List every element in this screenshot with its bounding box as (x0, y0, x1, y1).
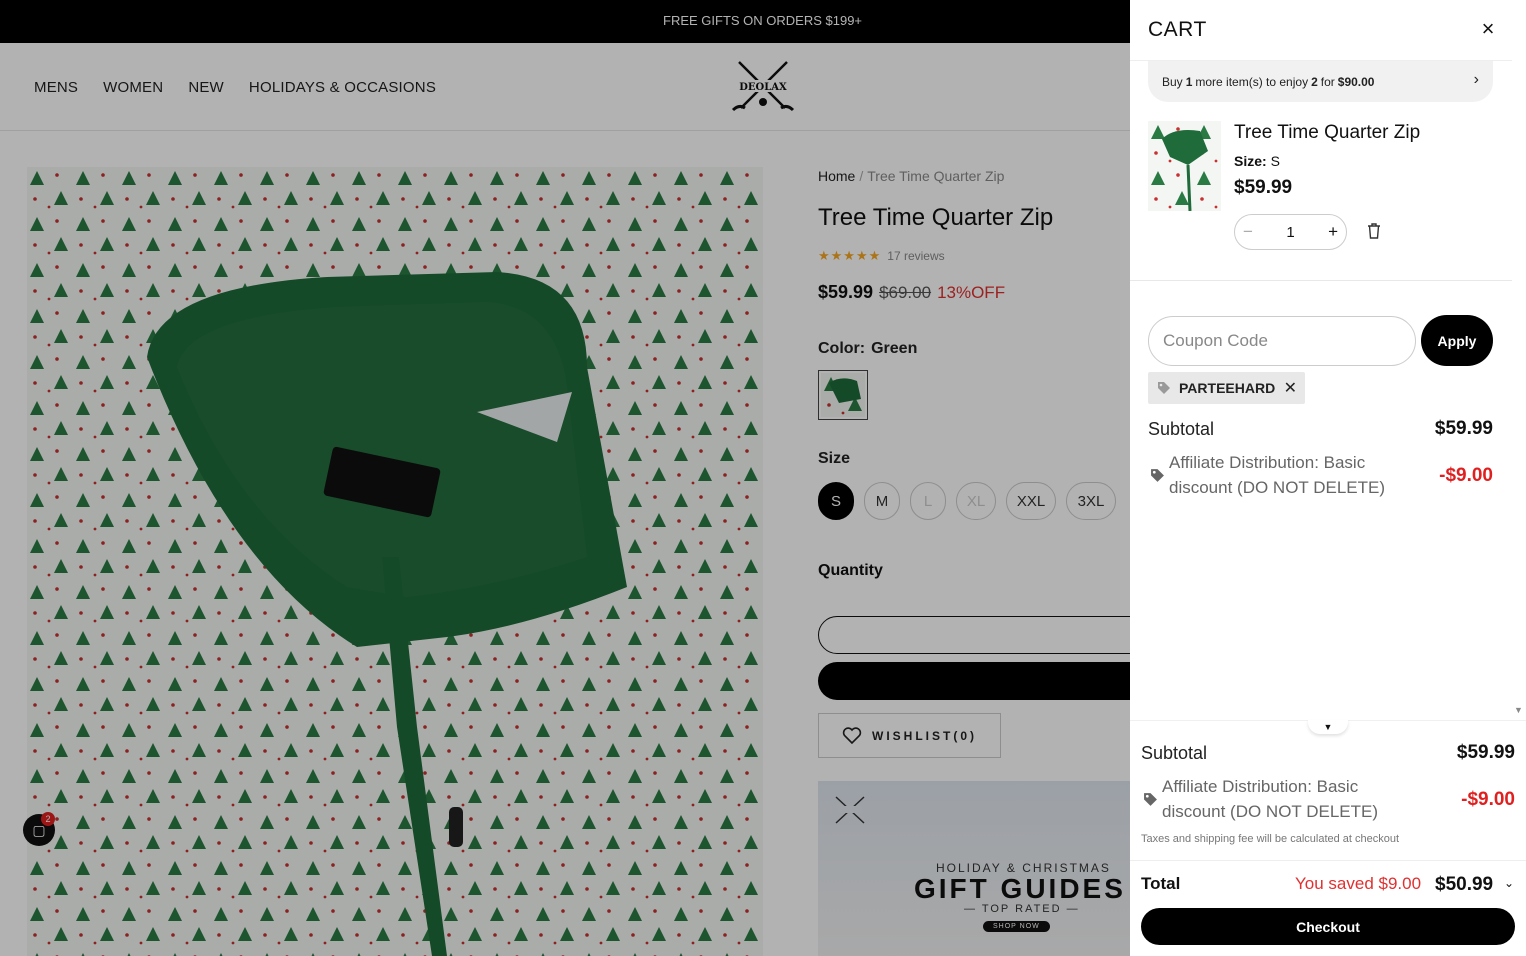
quantity-value[interactable]: 1 (1286, 224, 1294, 241)
total-value: $50.99 (1435, 874, 1494, 895)
decrease-quantity-button[interactable]: − (1243, 222, 1253, 242)
tag-icon (1144, 793, 1157, 806)
upsell-qty: 2 (1311, 74, 1318, 89)
cart-drawer: CART × Buy 1 more item(s) to enjoy 2 for… (1130, 0, 1526, 956)
coupon-code-input[interactable] (1148, 316, 1416, 366)
upsell-count: 1 (1185, 74, 1193, 89)
total-label: Total (1141, 874, 1181, 893)
upsell-pre: Buy (1162, 74, 1183, 89)
cart-item-price: $59.99 (1234, 177, 1293, 198)
tax-note: Taxes and shipping fee will be calculate… (1141, 833, 1400, 845)
cart-item-size: Size: S (1234, 153, 1280, 169)
cart-item-title[interactable]: Tree Time Quarter Zip (1234, 122, 1420, 144)
subtotal-value: $59.99 (1434, 418, 1493, 439)
footer-subtotal-row: Subtotal $59.99 (1141, 742, 1515, 764)
footer-discount-value: -$9.00 (1461, 789, 1515, 810)
quantity-stepper: − 1 + (1234, 214, 1347, 250)
item-divider (1130, 280, 1512, 281)
discount-row: Affiliate Distribution: Basic discount (… (1148, 450, 1493, 502)
applied-coupon-code: PARTEEHARD (1179, 380, 1276, 396)
discount-value: -$9.00 (1439, 465, 1493, 486)
subtotal-label: Subtotal (1148, 418, 1215, 439)
subtotal-row: Subtotal $59.99 (1148, 418, 1493, 440)
cart-backdrop[interactable] (0, 0, 1130, 956)
cart-item-image[interactable] (1148, 121, 1221, 211)
cart-title: CART (1148, 18, 1207, 41)
footer-subtotal-value: $59.99 (1456, 742, 1515, 763)
remove-coupon-icon[interactable]: ✕ (1284, 378, 1297, 398)
tag-icon (1158, 382, 1170, 394)
upsell-mid: more item(s) to enjoy (1195, 74, 1309, 89)
chevron-down-icon[interactable]: ⌄ (1504, 876, 1514, 890)
footer-subtotal-label: Subtotal (1141, 742, 1208, 763)
increase-quantity-button[interactable]: + (1328, 222, 1338, 242)
footer-discount-row: Affiliate Distribution: Basic discount (… (1141, 774, 1515, 826)
scroll-down-icon[interactable]: ▼ (1514, 705, 1523, 715)
upsell-for: for (1320, 74, 1335, 89)
trash-icon[interactable] (1366, 222, 1382, 240)
upsell-price: $90.00 (1337, 74, 1375, 89)
cart-item-size-value: S (1270, 153, 1280, 169)
checkout-button[interactable]: Checkout (1141, 908, 1515, 945)
discount-label: Affiliate Distribution: Basic discount (… (1169, 453, 1386, 497)
chevron-right-icon: › (1473, 71, 1479, 88)
total-divider (1130, 860, 1526, 861)
collapse-summary-toggle[interactable]: ▼ (1308, 720, 1348, 734)
cart-item-size-label: Size: (1234, 153, 1267, 169)
close-icon[interactable]: × (1476, 17, 1500, 41)
tag-icon (1151, 469, 1164, 482)
apply-coupon-button[interactable]: Apply (1421, 315, 1493, 366)
applied-coupon-chip: PARTEEHARD ✕ (1148, 372, 1305, 404)
upsell-offer-bar[interactable]: Buy 1 more item(s) to enjoy 2 for $90.00… (1148, 61, 1493, 102)
footer-discount-label: Affiliate Distribution: Basic discount (… (1162, 777, 1379, 821)
savings-text: You saved $9.00 (1295, 874, 1422, 893)
